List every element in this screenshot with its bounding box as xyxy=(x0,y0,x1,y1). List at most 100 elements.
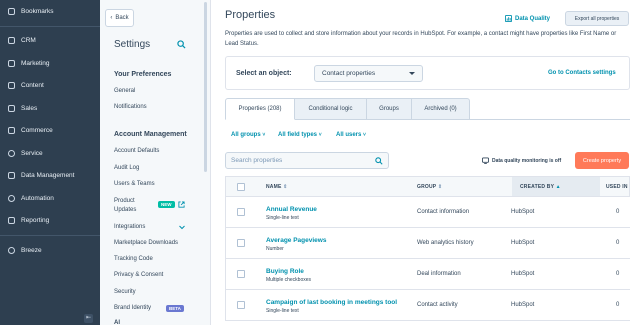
property-name-link[interactable]: Campaign of last booking in meetings too… xyxy=(266,299,397,306)
search-input[interactable] xyxy=(226,153,366,168)
sidebar-item-privacy-consent[interactable]: Privacy & Consent xyxy=(114,272,163,278)
service-icon xyxy=(7,149,16,158)
row-checkbox[interactable] xyxy=(237,270,245,278)
automation-icon xyxy=(7,194,16,203)
nav-item-marketing[interactable]: Marketing xyxy=(0,52,100,75)
sidebar-item-product-updates[interactable]: Product Updates xyxy=(114,197,136,215)
property-name-link[interactable]: Buying Role xyxy=(266,268,304,275)
nav-item-service[interactable]: Service xyxy=(0,142,100,165)
sidebar-item-users-teams[interactable]: Users & Teams xyxy=(114,181,155,187)
nav-item-bookmarks[interactable]: Bookmarks xyxy=(0,0,100,23)
property-type: Single-line text xyxy=(266,308,299,314)
column-header-group[interactable]: GROUP ⇕ xyxy=(417,184,442,190)
sidebar-item-label: Updates xyxy=(114,207,137,213)
bookmark-icon xyxy=(7,7,16,16)
row-checkbox[interactable] xyxy=(237,208,245,216)
column-header-used-in[interactable]: USED IN xyxy=(606,184,628,190)
property-created-by: HubSpot xyxy=(511,209,535,215)
nav-item-label: Sales xyxy=(21,104,38,112)
property-group: Contact activity xyxy=(417,302,458,308)
tabs: Properties (208) Conditional logic Group… xyxy=(225,98,470,120)
reporting-icon xyxy=(7,216,16,225)
property-created-by: HubSpot xyxy=(511,302,535,308)
sidebar-item-tracking-code[interactable]: Tracking Code xyxy=(114,256,153,262)
page-title: Properties xyxy=(225,9,276,21)
column-header-label: CREATED BY xyxy=(520,184,555,190)
filter-all-groups[interactable]: All groups ˅ xyxy=(231,132,265,138)
nav-item-label: Breeze xyxy=(21,246,42,254)
table-row[interactable]: Buying Role Multiple checkboxes Deal inf… xyxy=(225,259,630,290)
breeze-icon xyxy=(7,246,16,255)
beta-badge: BETA xyxy=(166,305,184,312)
chevron-down-icon: ˅ xyxy=(318,132,322,138)
nav-item-label: Bookmarks xyxy=(21,7,54,15)
back-button[interactable]: ‹ Back xyxy=(105,9,134,27)
nav-item-commerce[interactable]: Commerce xyxy=(0,120,100,143)
nav-item-breeze[interactable]: Breeze xyxy=(0,239,100,262)
column-header-created-by[interactable]: CREATED BY ▲ xyxy=(520,184,561,190)
chevron-left-icon: ‹ xyxy=(110,15,113,21)
table-row[interactable]: Campaign of last booking in meetings too… xyxy=(225,290,630,321)
sales-icon xyxy=(7,104,16,113)
column-header-name[interactable]: NAME ⇕ xyxy=(266,184,288,190)
select-all-checkbox[interactable] xyxy=(237,183,245,191)
sidebar-item-integrations[interactable]: Integrations xyxy=(114,224,145,230)
nav-item-reporting[interactable]: Reporting xyxy=(0,210,100,233)
sidebar-item-ai[interactable]: Al xyxy=(114,320,120,325)
tab-groups[interactable]: Groups xyxy=(367,98,412,120)
sidebar-item-account-defaults[interactable]: Account Defaults xyxy=(114,148,159,154)
sidebar-item-general[interactable]: General xyxy=(114,88,135,94)
section-account-management: Account Management xyxy=(114,131,187,138)
nav-item-automation[interactable]: Automation xyxy=(0,187,100,210)
chevron-down-icon: ˅ xyxy=(363,132,366,138)
nav-item-crm[interactable]: CRM xyxy=(0,30,100,53)
property-used-in: 0 xyxy=(616,209,620,215)
property-group: Deal information xyxy=(417,271,461,277)
commerce-icon xyxy=(7,126,16,135)
nav-item-content[interactable]: Content xyxy=(0,75,100,98)
property-name-link[interactable]: Annual Revenue xyxy=(266,206,317,213)
row-checkbox[interactable] xyxy=(237,301,245,309)
nav-divider xyxy=(0,25,100,27)
nav-item-label: Marketing xyxy=(21,59,50,67)
chevron-down-icon[interactable] xyxy=(179,225,185,230)
data-quality-link[interactable]: Data Quality xyxy=(505,15,550,22)
property-group: Web analytics history xyxy=(417,240,474,246)
sidebar-item-marketplace-downloads[interactable]: Marketplace Downloads xyxy=(114,240,178,246)
sort-icon: ⇕ xyxy=(437,184,443,190)
table-row[interactable]: Average Pageviews Number Web analytics h… xyxy=(225,228,630,259)
tab-archived[interactable]: Archived (0) xyxy=(412,98,470,120)
search-icon[interactable] xyxy=(177,40,186,49)
column-header-label: NAME xyxy=(266,184,282,190)
sidebar-scrollbar[interactable] xyxy=(204,2,207,172)
object-selector-panel: Select an object: Contact properties Go … xyxy=(225,56,630,90)
sidebar-item-notifications[interactable]: Notifications xyxy=(114,104,147,110)
collapse-nav-icon[interactable]: ⇤ xyxy=(84,314,93,323)
data-quality-label: Data Quality xyxy=(515,15,551,22)
nav-item-sales[interactable]: Sales xyxy=(0,97,100,120)
row-checkbox[interactable] xyxy=(237,239,245,247)
data-quality-monitoring-label: Data quality monitoring is off xyxy=(492,157,562,164)
search-icon[interactable] xyxy=(375,157,383,165)
search-properties-box xyxy=(225,152,389,169)
tab-conditional-logic[interactable]: Conditional logic xyxy=(295,98,367,120)
filter-all-users[interactable]: All users ˅ xyxy=(336,132,366,138)
sidebar-item-audit-log[interactable]: Audit Log xyxy=(114,165,139,171)
create-property-button[interactable]: Create property xyxy=(575,152,629,169)
property-type: Multiple checkboxes xyxy=(266,277,312,283)
sidebar-item-brand-identity[interactable]: Brand Identity xyxy=(114,305,151,311)
export-button[interactable]: Export all properties xyxy=(565,11,629,26)
nav-item-label: CRM xyxy=(21,37,36,45)
object-select[interactable]: Contact properties xyxy=(314,65,423,82)
table-row[interactable]: Annual Revenue Single-line text Contact … xyxy=(225,197,630,228)
sidebar-item-security[interactable]: Security xyxy=(114,289,136,295)
marketing-icon xyxy=(7,59,16,68)
tab-properties[interactable]: Properties (208) xyxy=(225,98,295,120)
data-quality-monitoring-status[interactable]: Data quality monitoring is off xyxy=(482,157,561,164)
external-link-icon xyxy=(178,201,185,208)
go-to-contacts-settings-link[interactable]: Go to Contacts settings xyxy=(548,70,616,76)
property-name-link[interactable]: Average Pageviews xyxy=(266,237,326,244)
filter-all-field-types[interactable]: All field types ˅ xyxy=(278,132,322,138)
nav-item-data-management[interactable]: Data Management xyxy=(0,165,100,188)
crm-icon xyxy=(7,36,16,45)
